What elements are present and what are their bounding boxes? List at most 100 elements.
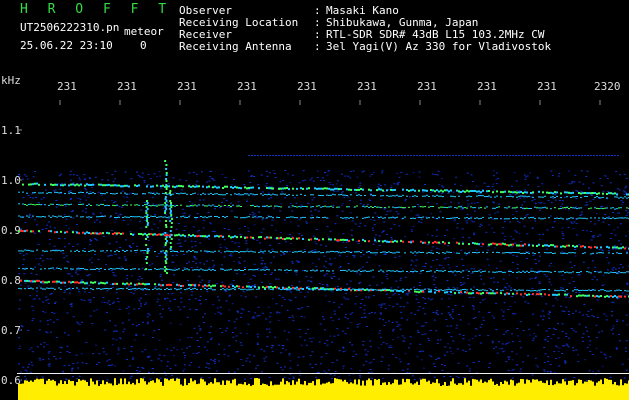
noise-speckle <box>174 192 177 194</box>
signal-pixel <box>422 206 424 208</box>
noise-speckle <box>571 277 574 279</box>
signal-pixel <box>264 287 266 290</box>
noise-speckle <box>567 292 570 294</box>
signal-pixel <box>482 189 484 192</box>
signal-pixel <box>328 288 330 291</box>
signal-pixel <box>350 289 352 291</box>
noise-speckle <box>205 299 207 301</box>
noise-speckle <box>184 357 186 359</box>
audio-level-bar <box>158 379 160 400</box>
noise-speckle <box>89 301 92 303</box>
meteor-streak <box>165 172 168 174</box>
signal-pixel <box>314 288 316 290</box>
noise-speckle <box>176 349 178 351</box>
noise-speckle <box>455 327 458 329</box>
noise-speckle <box>585 326 587 328</box>
noise-speckle <box>72 316 75 318</box>
noise-speckle <box>91 187 93 188</box>
signal-pixel <box>94 232 96 235</box>
noise-speckle <box>129 219 132 221</box>
meteor-streak <box>165 240 168 242</box>
noise-speckle <box>281 344 284 346</box>
noise-speckle <box>571 181 574 183</box>
signal-pixel <box>162 250 164 252</box>
noise-speckle <box>114 275 117 277</box>
noise-speckle <box>347 196 350 198</box>
noise-speckle <box>220 264 223 266</box>
noise-speckle <box>237 261 240 263</box>
signal-pixel <box>56 280 58 283</box>
noise-speckle <box>231 303 234 305</box>
noise-speckle <box>436 342 439 344</box>
noise-speckle <box>495 172 498 174</box>
noise-speckle <box>105 353 108 355</box>
signal-pixel <box>130 288 132 290</box>
signal-pixel <box>230 194 232 196</box>
noise-speckle <box>513 172 516 174</box>
noise-speckle <box>409 336 412 338</box>
noise-speckle <box>575 198 578 200</box>
signal-pixel <box>122 185 124 188</box>
noise-speckle <box>231 184 234 186</box>
signal-pixel <box>340 188 342 190</box>
noise-speckle <box>165 214 168 216</box>
noise-speckle <box>524 178 527 180</box>
carrier-speckle <box>422 155 424 156</box>
signal-pixel <box>318 251 320 253</box>
signal-pixel <box>236 193 238 195</box>
noise-speckle <box>366 203 369 205</box>
signal-pixel <box>172 250 174 252</box>
noise-speckle <box>507 342 510 344</box>
noise-speckle <box>410 264 413 266</box>
noise-speckle <box>235 351 238 353</box>
noise-speckle <box>251 285 254 286</box>
signal-pixel <box>594 192 596 194</box>
noise-speckle <box>238 257 241 258</box>
noise-speckle <box>33 171 36 172</box>
signal-pixel <box>562 218 564 220</box>
noise-speckle <box>186 316 189 318</box>
noise-speckle <box>272 256 275 258</box>
signal-pixel <box>596 207 598 209</box>
signal-pixel <box>40 281 42 284</box>
noise-speckle <box>66 260 69 262</box>
noise-speckle <box>488 224 491 226</box>
signal-pixel <box>374 252 376 254</box>
noise-speckle <box>420 222 423 224</box>
signal-pixel <box>248 285 250 288</box>
noise-speckle <box>238 262 241 264</box>
noise-speckle <box>530 196 533 198</box>
signal-pixel <box>490 217 492 219</box>
noise-speckle <box>167 361 169 363</box>
noise-speckle <box>224 246 227 248</box>
noise-speckle <box>469 370 471 372</box>
noise-speckle <box>83 174 86 176</box>
noise-speckle <box>24 282 27 284</box>
signal-pixel <box>424 195 426 197</box>
meteor-streak <box>165 168 168 170</box>
signal-pixel <box>378 188 380 191</box>
signal-pixel <box>188 205 190 207</box>
noise-speckle <box>408 347 411 349</box>
signal-pixel <box>394 188 396 191</box>
signal-pixel <box>178 233 180 236</box>
signal-pixel <box>400 206 402 208</box>
signal-pixel <box>440 189 442 192</box>
signal-pixel <box>264 237 266 240</box>
signal-pixel <box>128 283 130 286</box>
noise-speckle <box>98 361 101 363</box>
noise-speckle <box>78 375 81 377</box>
noise-speckle <box>304 296 307 298</box>
signal-pixel <box>240 187 242 190</box>
noise-speckle <box>65 225 67 226</box>
signal-pixel <box>318 239 320 242</box>
noise-speckle <box>377 347 380 349</box>
signal-pixel <box>40 268 42 270</box>
signal-pixel <box>298 206 300 208</box>
signal-pixel <box>280 269 282 271</box>
signal-pixel <box>626 193 628 196</box>
noise-speckle <box>481 294 484 296</box>
info-label-receiver: Receiver <box>179 28 232 41</box>
signal-pixel <box>222 187 224 189</box>
signal-pixel <box>386 289 388 291</box>
